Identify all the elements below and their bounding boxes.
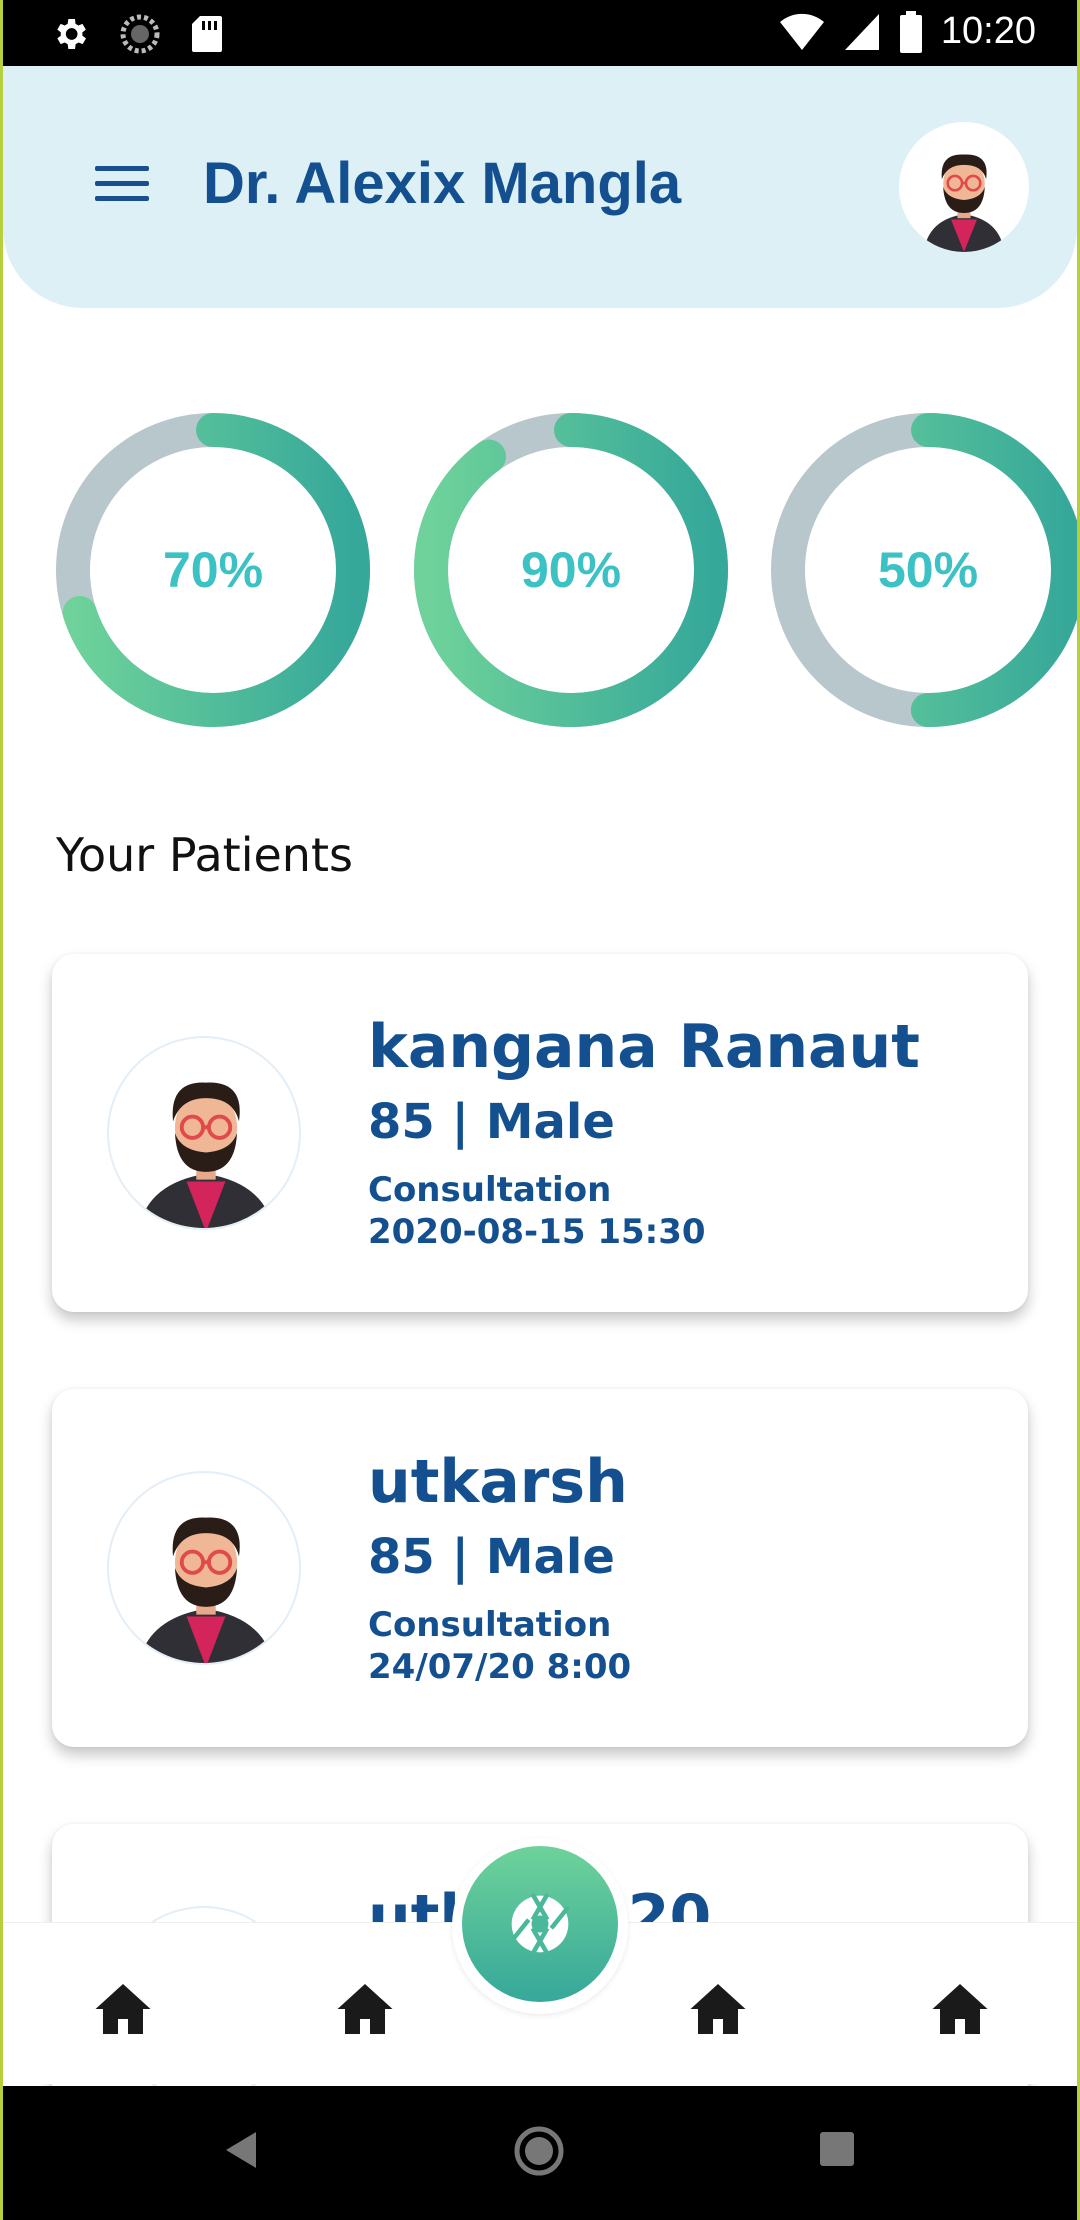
progress-rings: 70% 90% 50% [0, 412, 1080, 732]
status-time: 10:20 [940, 10, 1036, 52]
avatar-illustration [923, 154, 1005, 252]
doctor-name: Dr. Alexix Mangla [203, 151, 682, 216]
progress-ring-label: 70% [162, 542, 264, 598]
consultation-type: Consultation [368, 1605, 612, 1645]
battery-icon [899, 10, 922, 53]
progress-ring-2: 90% [413, 412, 729, 728]
patient-avatar [107, 1471, 301, 1665]
progress-ring-1: 70% [55, 412, 371, 728]
progress-ring-label: 90% [520, 542, 622, 598]
patient-name: utkarsh [368, 1447, 628, 1517]
camera-aperture-icon [509, 1893, 571, 1955]
patient-age-gender: 85 | Male [368, 1094, 615, 1150]
menu-icon[interactable] [95, 166, 149, 202]
consultation-date: 2020-08-15 15:30 [368, 1212, 706, 1252]
system-navigation-bar [0, 2086, 1080, 2220]
section-title: Your Patients [56, 828, 353, 882]
progress-ring-3: 50% [770, 412, 1080, 728]
gear-icon [57, 19, 86, 49]
avatar-illustration [138, 1082, 274, 1228]
app-header: Dr. Alexix Mangla [3, 66, 1077, 308]
sd-card-icon [192, 16, 222, 52]
profile-avatar[interactable] [899, 122, 1029, 252]
camera-fab-button[interactable] [462, 1846, 618, 2002]
avatar-illustration [138, 1517, 274, 1663]
patient-avatar [107, 1036, 301, 1230]
patient-name: kangana Ranaut [368, 1012, 920, 1082]
home-icon[interactable] [335, 1981, 395, 2037]
progress-ring-label: 50% [877, 542, 979, 598]
consultation-date: 24/07/20 8:00 [368, 1647, 632, 1687]
patient-age-gender: 85 | Male [368, 1529, 615, 1585]
home-icon[interactable] [688, 1981, 748, 2037]
loading-icon [120, 14, 160, 54]
recents-icon[interactable] [818, 2130, 856, 2173]
wifi-icon [779, 13, 824, 50]
home-icon[interactable] [930, 1981, 990, 2037]
home-circle-icon[interactable] [512, 2124, 566, 2183]
patient-card[interactable]: kangana Ranaut 85 | Male Consultation 20… [52, 954, 1028, 1312]
patient-card[interactable]: utkarsh 85 | Male Consultation 24/07/20 … [52, 1389, 1028, 1747]
signal-icon [844, 13, 879, 50]
back-icon[interactable] [222, 2128, 262, 2177]
status-bar: 10:20 [0, 0, 1080, 66]
consultation-type: Consultation [368, 1170, 612, 1210]
home-icon[interactable] [93, 1981, 153, 2037]
